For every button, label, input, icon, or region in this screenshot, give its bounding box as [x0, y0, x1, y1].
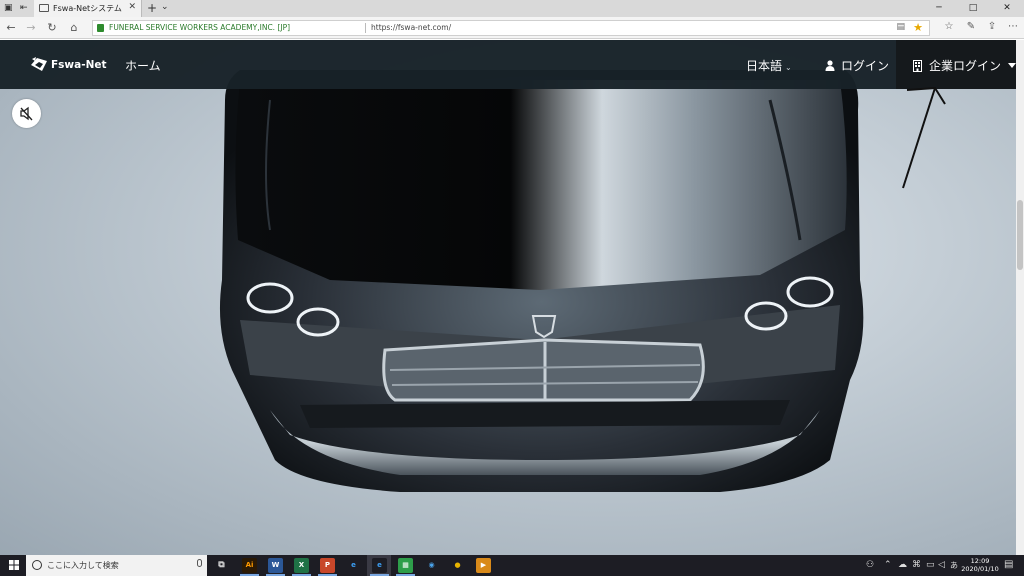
mic-icon[interactable]: [197, 559, 202, 567]
tab-list-chevron-icon[interactable]: ⌄: [161, 2, 169, 12]
pen-note-icon[interactable]: ✎: [964, 21, 978, 32]
taskbar-edge-icon[interactable]: e: [372, 558, 387, 573]
login-label: ログイン: [841, 59, 890, 73]
fswa-logo-icon: [31, 57, 47, 71]
search-placeholder: ここに入力して検索: [47, 561, 119, 570]
language-label: 日本語: [746, 59, 783, 73]
page-scrollbar[interactable]: [1016, 40, 1024, 555]
corporate-login-label: 企業ログイン: [929, 59, 1002, 73]
taskbar-sheets-icon[interactable]: ▦: [398, 558, 413, 573]
taskbar-powerpoint-icon[interactable]: P: [320, 558, 335, 573]
address-toolbar: ← → ↻ ⌂ FUNERAL SERVICE WORKERS ACADEMY,…: [0, 17, 1024, 39]
favorite-star-icon[interactable]: ★: [913, 21, 923, 34]
taskbar-search[interactable]: ここに入力して検索: [26, 555, 207, 576]
building-icon: [913, 59, 922, 72]
windows-start-icon[interactable]: [9, 560, 19, 570]
refresh-button[interactable]: ↻: [45, 21, 59, 34]
lock-icon: [97, 24, 104, 32]
tab-actions-icon[interactable]: ▣: [4, 3, 14, 13]
taskbar-excel-like-icon[interactable]: X: [294, 558, 309, 573]
power-icon[interactable]: ▭: [926, 560, 935, 570]
network-icon[interactable]: ⌘: [912, 560, 921, 570]
language-dropdown[interactable]: 日本語 ⌄: [746, 57, 792, 74]
taskbar-internet-explorer-icon[interactable]: e: [346, 558, 361, 573]
volume-icon[interactable]: ◁: [938, 560, 945, 570]
url-text[interactable]: https://fswa-net.com/: [371, 23, 451, 32]
back-button[interactable]: ←: [4, 21, 18, 34]
nav-home-link[interactable]: ホーム: [125, 57, 161, 74]
clock-time: 12:09: [970, 557, 990, 565]
tray-chevron-icon[interactable]: ⌃: [884, 560, 892, 570]
certificate-label[interactable]: FUNERAL SERVICE WORKERS ACADEMY,INC. [JP…: [109, 23, 290, 32]
annotation-arrow: [902, 86, 946, 189]
more-menu-icon[interactable]: ⋯: [1006, 21, 1020, 32]
maximize-button[interactable]: □: [956, 0, 990, 17]
taskbar-word-icon[interactable]: W: [268, 558, 283, 573]
brand-name: Fswa-Net: [51, 58, 107, 71]
address-divider: [365, 23, 366, 33]
browser-tab-bar: ▣ ⇤ Fswa-Netシステム ✕ + ⌄ ─ □ ✕: [0, 0, 1024, 17]
minimize-button[interactable]: ─: [922, 0, 956, 17]
taskbar-outlook-like-icon[interactable]: ◉: [424, 558, 439, 573]
browser-tab[interactable]: Fswa-Netシステム ✕: [34, 0, 142, 17]
speaker-muted-icon: [20, 106, 33, 121]
page-favicon-icon: [39, 4, 49, 12]
home-button[interactable]: ⌂: [67, 21, 81, 34]
system-clock[interactable]: 12:09 2020/01/10: [960, 557, 1000, 573]
cortana-icon: [32, 560, 42, 570]
taskbar-illustrator-icon[interactable]: Ai: [242, 558, 257, 573]
address-field[interactable]: FUNERAL SERVICE WORKERS ACADEMY,INC. [JP…: [92, 20, 930, 36]
site-logo[interactable]: Fswa-Net: [30, 56, 107, 73]
chevron-down-icon: ⌄: [785, 63, 792, 72]
taskbar: ここに入力して検索 ⧉ Ai W X Pe e ▦ ◉ ● ▶ ⚇ ⌃ ☁ ⌘ ▭ ◁ あ 12…: [0, 555, 1024, 576]
share-icon[interactable]: ⇪: [985, 21, 999, 32]
tab-title: Fswa-Netシステム: [53, 4, 122, 13]
reading-view-icon[interactable]: ▤: [896, 22, 905, 32]
page-viewport: Fswa-Net ホーム 日本語 ⌄ ログイン 企業ログイン: [0, 40, 1016, 555]
new-tab-button[interactable]: +: [147, 1, 157, 15]
onedrive-icon[interactable]: ☁: [898, 560, 907, 570]
hero-car-image: [219, 70, 864, 492]
mute-button[interactable]: [12, 99, 41, 128]
close-window-button[interactable]: ✕: [990, 0, 1024, 17]
tab-preview-icon[interactable]: ⇤: [20, 3, 30, 13]
taskbar-chrome-icon[interactable]: ●: [450, 558, 465, 573]
tab-close-icon[interactable]: ✕: [128, 2, 136, 12]
user-icon: [825, 60, 835, 71]
ime-icon[interactable]: あ: [950, 560, 958, 571]
clock-date: 2020/01/10: [961, 565, 999, 573]
people-icon[interactable]: ⚇: [866, 560, 874, 570]
caret-down-icon: [1008, 63, 1016, 68]
forward-button[interactable]: →: [24, 21, 38, 34]
task-view-icon[interactable]: ⧉: [214, 558, 229, 573]
notification-icon[interactable]: ▤: [1004, 559, 1013, 570]
favorites-hub-icon[interactable]: ☆: [942, 21, 956, 32]
login-link[interactable]: ログイン: [825, 57, 889, 74]
taskbar-media-player-icon[interactable]: ▶: [476, 558, 491, 573]
site-navbar: Fswa-Net ホーム 日本語 ⌄ ログイン 企業ログイン: [0, 40, 1016, 89]
scrollbar-thumb[interactable]: [1017, 200, 1023, 270]
